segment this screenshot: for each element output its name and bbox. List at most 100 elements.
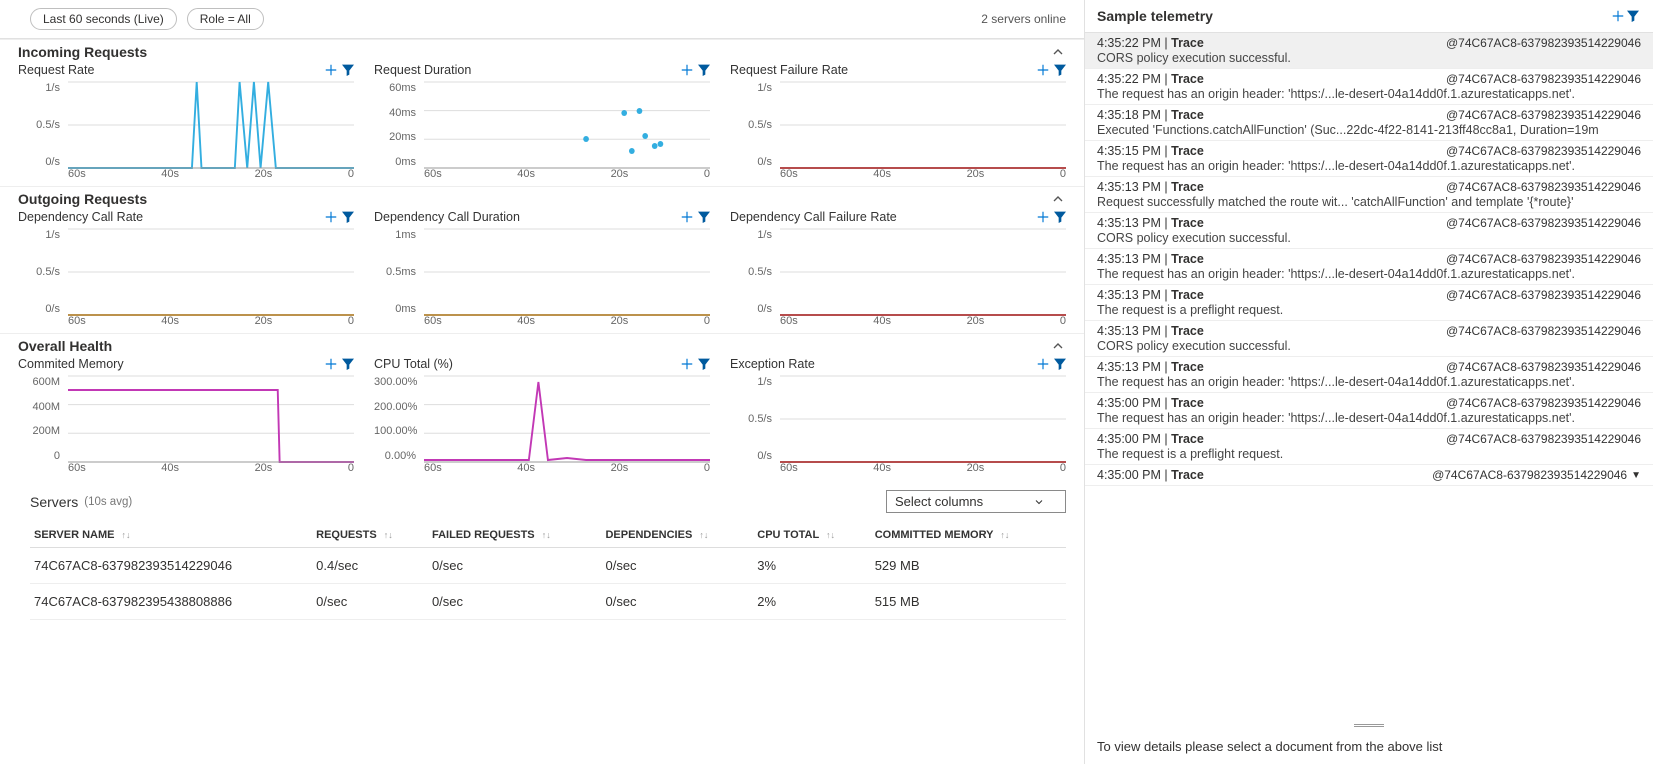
cell-deps: 0/sec xyxy=(601,548,753,584)
x-tick: 0 xyxy=(348,462,354,476)
y-tick: 0/s xyxy=(730,303,778,315)
table-row[interactable]: 74C67AC8-637982395438808886 0/sec 0/sec … xyxy=(30,584,1066,620)
sort-icon[interactable]: ↑↓ xyxy=(826,530,835,540)
telemetry-message: The request is a preflight request. xyxy=(1097,302,1641,317)
chart-filter-icon[interactable] xyxy=(340,356,356,372)
telemetry-add-icon[interactable] xyxy=(1611,9,1625,23)
telemetry-item[interactable]: 4:35:13 PM | Trace @74C67AC8-63798239351… xyxy=(1085,213,1653,249)
x-tick: 60s xyxy=(780,315,798,329)
telemetry-item[interactable]: 4:35:13 PM | Trace @74C67AC8-63798239351… xyxy=(1085,321,1653,357)
telemetry-item[interactable]: 4:35:22 PM | Trace @74C67AC8-63798239351… xyxy=(1085,69,1653,105)
y-tick: 0/s xyxy=(730,450,778,462)
chart-add-icon[interactable] xyxy=(1036,357,1050,371)
col-header[interactable]: COMMITTED MEMORY ↑↓ xyxy=(871,523,1066,548)
chart-add-icon[interactable] xyxy=(1036,210,1050,224)
chart-title: CPU Total (%) xyxy=(374,357,453,371)
chart-filter-icon[interactable] xyxy=(1052,209,1068,225)
telemetry-item[interactable]: 4:35:13 PM | Trace @74C67AC8-63798239351… xyxy=(1085,249,1653,285)
col-header[interactable]: REQUESTS ↑↓ xyxy=(312,523,428,548)
chart-add-icon[interactable] xyxy=(1036,63,1050,77)
chart-filter-icon[interactable] xyxy=(1052,356,1068,372)
x-tick: 60s xyxy=(68,462,86,476)
chart-filter-icon[interactable] xyxy=(696,356,712,372)
telemetry-message: CORS policy execution successful. xyxy=(1097,230,1641,245)
col-header[interactable]: SERVER NAME ↑↓ xyxy=(30,523,312,548)
sort-icon[interactable]: ↑↓ xyxy=(1000,530,1009,540)
telemetry-filter-icon[interactable] xyxy=(1625,8,1641,24)
collapse-outgoing-icon[interactable] xyxy=(1050,191,1066,207)
y-tick: 20ms xyxy=(374,131,422,143)
chart-filter-icon[interactable] xyxy=(1052,62,1068,78)
servers-table: SERVER NAME ↑↓REQUESTS ↑↓FAILED REQUESTS… xyxy=(30,523,1066,620)
x-tick: 60s xyxy=(424,168,442,182)
chart-add-icon[interactable] xyxy=(680,63,694,77)
y-tick: 0.5/s xyxy=(730,119,778,131)
chart-filter-icon[interactable] xyxy=(696,62,712,78)
telemetry-item[interactable]: 4:35:00 PM | Trace @74C67AC8-63798239351… xyxy=(1085,465,1653,486)
chart-add-icon[interactable] xyxy=(324,63,338,77)
y-tick: 600M xyxy=(18,376,66,388)
col-header[interactable]: CPU TOTAL ↑↓ xyxy=(753,523,870,548)
role-filter-pill[interactable]: Role = All xyxy=(187,8,264,30)
y-tick: 1/s xyxy=(730,229,778,241)
col-header[interactable]: FAILED REQUESTS ↑↓ xyxy=(428,523,602,548)
telemetry-item[interactable]: 4:35:18 PM | Trace @74C67AC8-63798239351… xyxy=(1085,105,1653,141)
x-tick: 20s xyxy=(967,315,985,329)
cell-requests: 0.4/sec xyxy=(312,548,428,584)
chart-title: Exception Rate xyxy=(730,357,815,371)
telemetry-type: Trace xyxy=(1171,144,1204,158)
chart-request_failure: Request Failure Rate 1/s0.5/s0/s 60s40s2… xyxy=(720,60,1076,182)
y-tick: 1/s xyxy=(730,376,778,388)
x-tick: 20s xyxy=(967,462,985,476)
x-tick: 0 xyxy=(704,315,710,329)
telemetry-id: @74C67AC8-637982393514229046 xyxy=(1446,324,1641,338)
select-columns-dropdown[interactable]: Select columns xyxy=(886,490,1066,513)
collapse-health-icon[interactable] xyxy=(1050,338,1066,354)
sort-icon[interactable]: ↑↓ xyxy=(699,530,708,540)
telemetry-list[interactable]: 4:35:22 PM | Trace @74C67AC8-63798239351… xyxy=(1085,33,1653,721)
sort-icon[interactable]: ↑↓ xyxy=(384,530,393,540)
x-tick: 40s xyxy=(161,315,179,329)
cell-deps: 0/sec xyxy=(601,584,753,620)
resize-grip[interactable] xyxy=(1085,721,1653,729)
chart-cpu: CPU Total (%) 300.00%200.00%100.00%0.00%… xyxy=(364,354,720,476)
telemetry-timestamp: 4:35:18 PM xyxy=(1097,108,1161,122)
y-tick: 400M xyxy=(18,401,66,413)
telemetry-id: @74C67AC8-637982393514229046 xyxy=(1446,252,1641,266)
telemetry-item[interactable]: 4:35:13 PM | Trace @74C67AC8-63798239351… xyxy=(1085,177,1653,213)
telemetry-item[interactable]: 4:35:00 PM | Trace @74C67AC8-63798239351… xyxy=(1085,393,1653,429)
telemetry-id: @74C67AC8-637982393514229046 xyxy=(1446,144,1641,158)
chart-filter-icon[interactable] xyxy=(340,209,356,225)
time-range-pill[interactable]: Last 60 seconds (Live) xyxy=(30,8,177,30)
chart-add-icon[interactable] xyxy=(324,357,338,371)
chevron-down-icon xyxy=(1033,496,1045,508)
telemetry-type: Trace xyxy=(1171,180,1204,194)
telemetry-type: Trace xyxy=(1171,396,1204,410)
chart-title: Dependency Call Duration xyxy=(374,210,520,224)
table-row[interactable]: 74C67AC8-637982393514229046 0.4/sec 0/se… xyxy=(30,548,1066,584)
telemetry-item[interactable]: 4:35:13 PM | Trace @74C67AC8-63798239351… xyxy=(1085,357,1653,393)
y-tick: 0/s xyxy=(730,156,778,168)
collapse-incoming-icon[interactable] xyxy=(1050,44,1066,60)
telemetry-type: Trace xyxy=(1171,288,1204,302)
telemetry-item[interactable]: 4:35:15 PM | Trace @74C67AC8-63798239351… xyxy=(1085,141,1653,177)
dropdown-arrow-icon[interactable]: ▼ xyxy=(1631,470,1641,481)
telemetry-item[interactable]: 4:35:13 PM | Trace @74C67AC8-63798239351… xyxy=(1085,285,1653,321)
chart-filter-icon[interactable] xyxy=(696,209,712,225)
chart-filter-icon[interactable] xyxy=(340,62,356,78)
x-tick: 0 xyxy=(704,168,710,182)
section-title-health: Overall Health xyxy=(18,338,112,354)
y-tick: 0.5ms xyxy=(374,266,422,278)
sort-icon[interactable]: ↑↓ xyxy=(122,530,131,540)
sort-icon[interactable]: ↑↓ xyxy=(542,530,551,540)
chart-add-icon[interactable] xyxy=(324,210,338,224)
telemetry-message: The request is a preflight request. xyxy=(1097,446,1641,461)
telemetry-item[interactable]: 4:35:22 PM | Trace @74C67AC8-63798239351… xyxy=(1085,33,1653,69)
col-header[interactable]: DEPENDENCIES ↑↓ xyxy=(601,523,753,548)
x-tick: 60s xyxy=(424,462,442,476)
cell-server-name: 74C67AC8-637982395438808886 xyxy=(30,584,312,620)
telemetry-type: Trace xyxy=(1171,432,1204,446)
chart-add-icon[interactable] xyxy=(680,357,694,371)
telemetry-item[interactable]: 4:35:00 PM | Trace @74C67AC8-63798239351… xyxy=(1085,429,1653,465)
chart-add-icon[interactable] xyxy=(680,210,694,224)
